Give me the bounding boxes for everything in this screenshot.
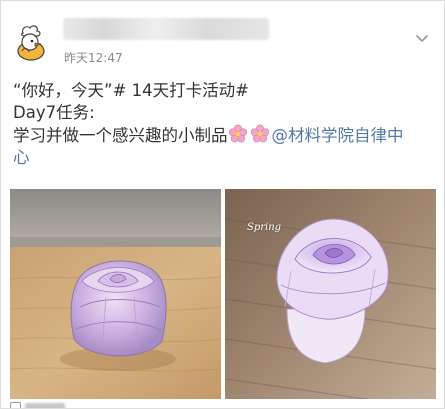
- mention-link[interactable]: @材料学院自律中: [272, 126, 404, 145]
- cherry-blossom-icon: [250, 124, 270, 144]
- weibo-post-card: 昨天12:47 “你好，今天”# 14天打卡活动# Day7任务: 学习并做一个…: [0, 0, 445, 409]
- bottom-label-blurred: [25, 403, 65, 408]
- paper-rose-photo-1: [10, 189, 221, 399]
- mention-link-continued[interactable]: 心: [13, 147, 438, 169]
- post-timestamp[interactable]: 昨天12:47: [64, 49, 123, 66]
- post-text: “你好，今天”# 14天打卡活动# Day7任务: 学习并做一个感兴趣的小制品 @…: [13, 80, 438, 169]
- spring-overlay-text: Spring: [247, 222, 282, 233]
- post-image-2[interactable]: Spring: [225, 189, 436, 399]
- chevron-down-icon[interactable]: [411, 27, 433, 49]
- user-avatar[interactable]: [10, 21, 52, 63]
- cherry-blossom-icon: [228, 124, 248, 144]
- paper-rose-photo-2: [225, 189, 436, 399]
- username-blurred[interactable]: [63, 18, 269, 40]
- post-line-3: 学习并做一个感兴趣的小制品 @材料学院自律中: [13, 124, 438, 147]
- post-line-1: “你好，今天”# 14天打卡活动#: [13, 81, 249, 100]
- duck-chef-avatar-icon: [10, 21, 52, 63]
- post-image-1[interactable]: [10, 189, 221, 399]
- post-line-3-text: 学习并做一个感兴趣的小制品: [13, 126, 228, 145]
- bottom-icon[interactable]: [10, 402, 21, 408]
- post-line-2: Day7任务:: [13, 103, 95, 122]
